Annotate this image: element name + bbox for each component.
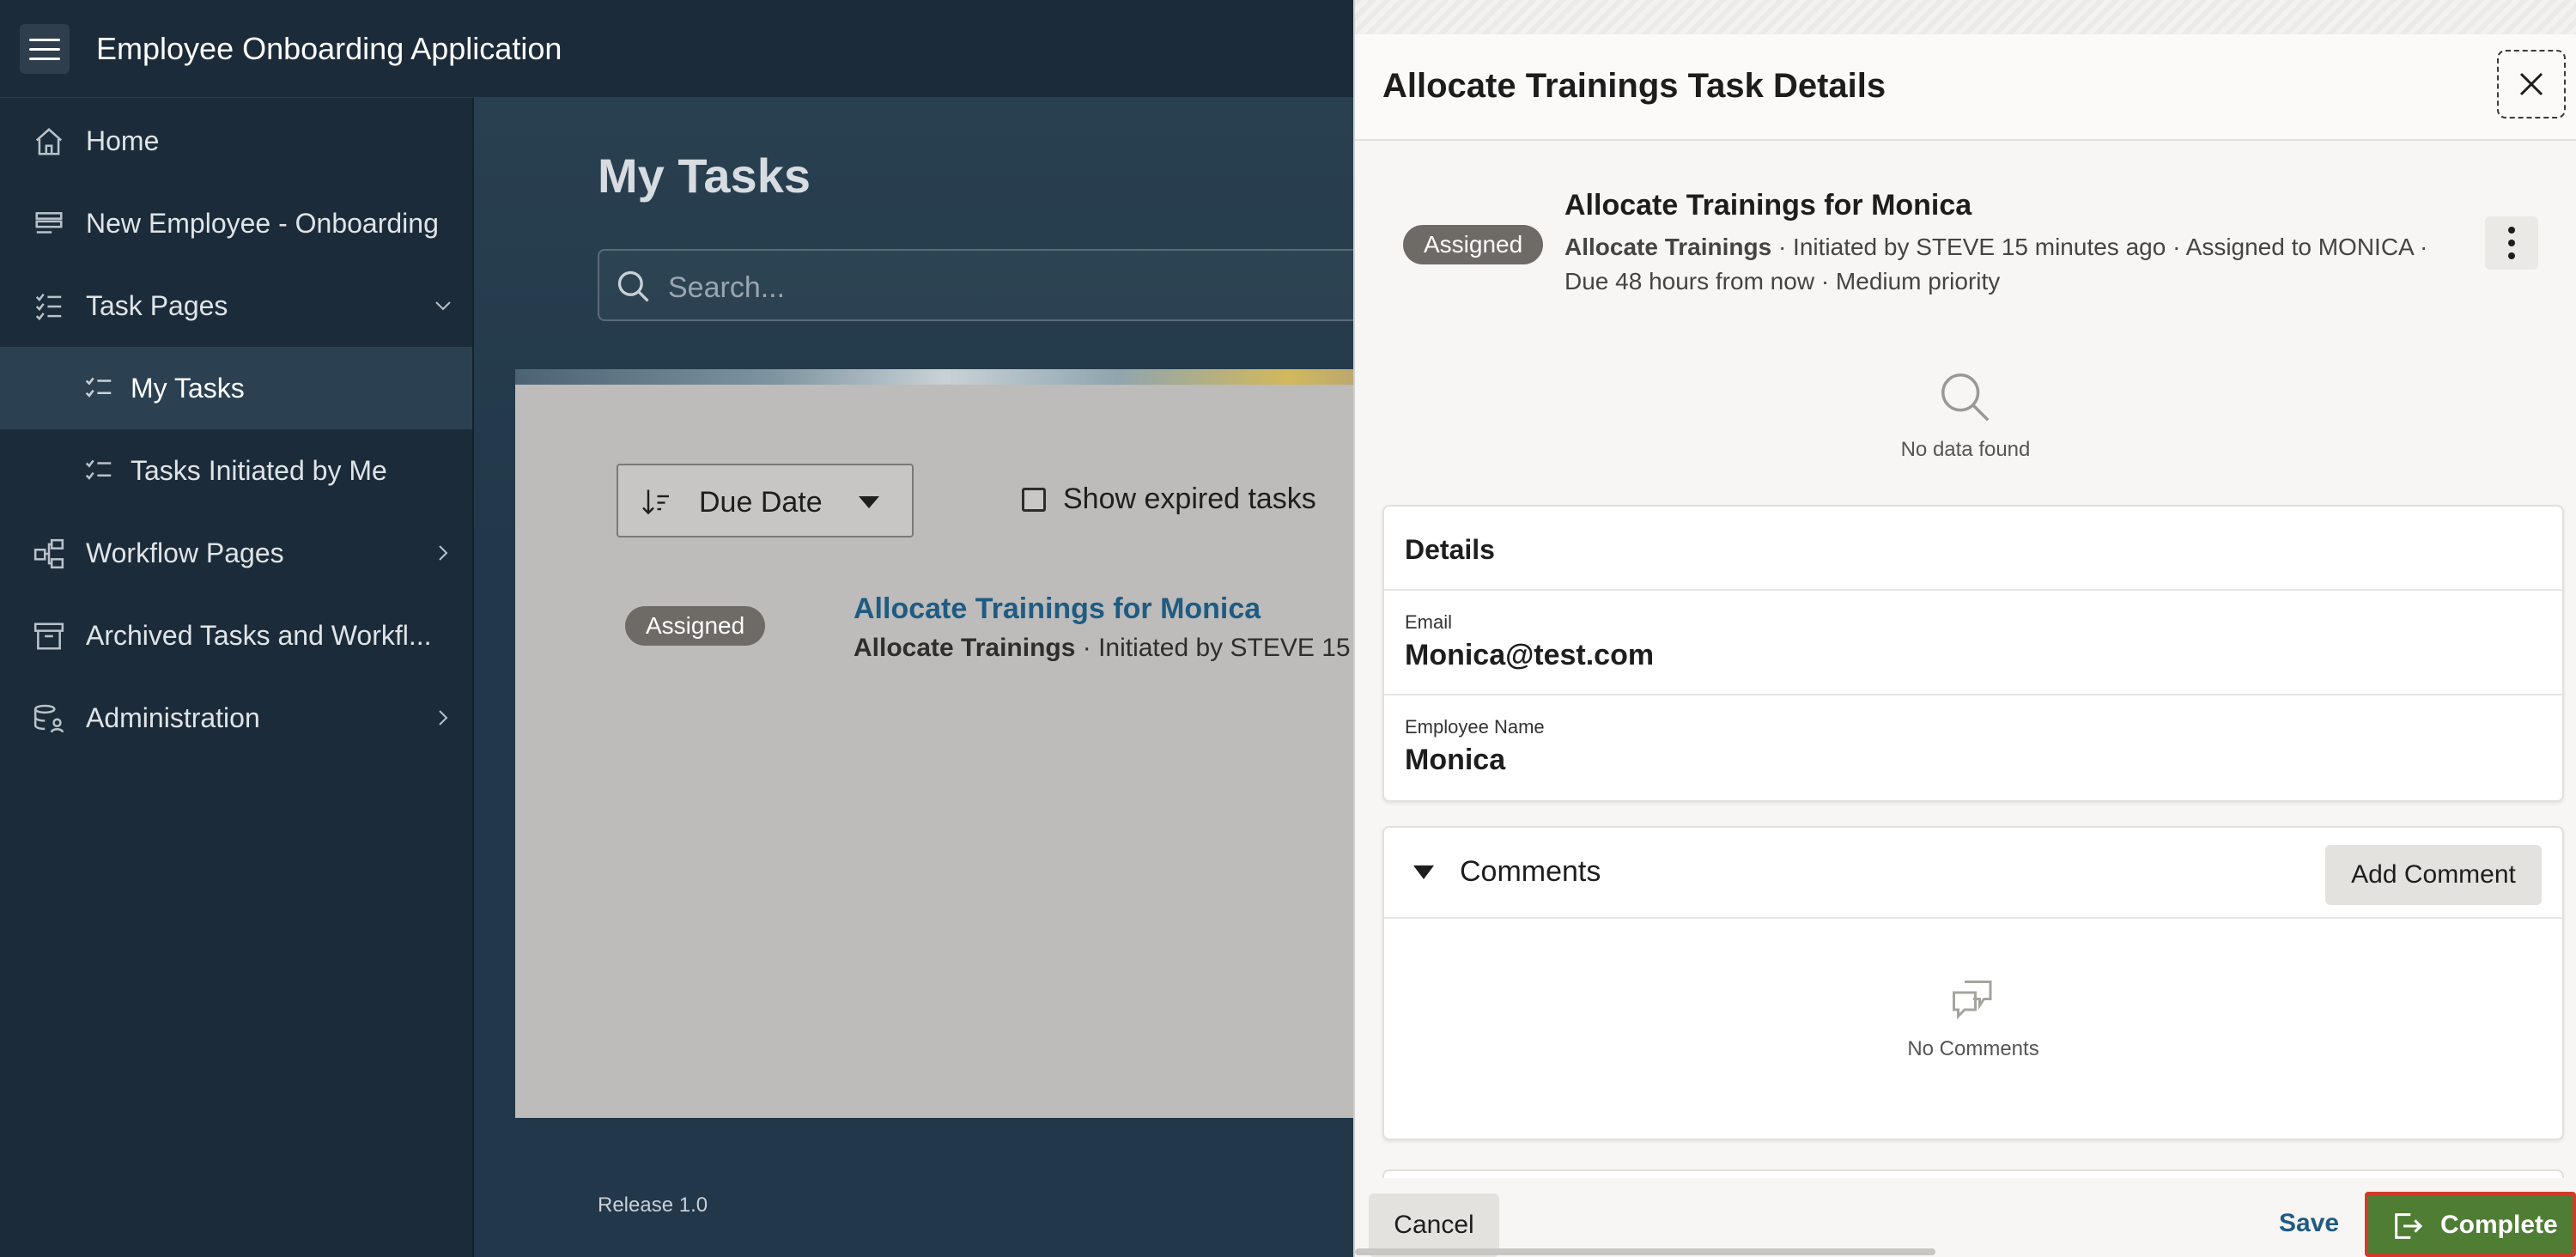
form-icon: [35, 212, 63, 234]
sort-label: Due Date: [699, 486, 823, 519]
complete-button[interactable]: Complete: [2365, 1192, 2576, 1257]
hamburger-menu-icon[interactable]: [20, 24, 70, 74]
search-icon: [1941, 373, 1990, 422]
complete-label: Complete: [2440, 1211, 2558, 1239]
chevron-right-icon[interactable]: [433, 707, 453, 728]
cancel-button[interactable]: Cancel: [1369, 1193, 1499, 1257]
status-badge: Assigned: [1403, 225, 1544, 264]
caret-down-icon: [859, 496, 879, 508]
database-user-icon: [33, 704, 64, 733]
show-expired-label[interactable]: Show expired tasks: [1063, 483, 1316, 516]
sort-dropdown[interactable]: Due Date: [617, 464, 914, 537]
divider: [1384, 589, 2562, 591]
app-title: Employee Onboarding Application: [96, 31, 562, 66]
no-data-text: No data found: [1900, 438, 2031, 461]
status-badge: Assigned: [625, 606, 766, 646]
no-comments-text: No Comments: [1907, 1037, 2039, 1060]
task-meta: Allocate Trainings · Initiated by STEVE …: [854, 634, 1374, 663]
search-placeholder: Search...: [668, 271, 786, 304]
card-banner: [515, 369, 1374, 385]
comments-panel: Comments Add Comment No Comments: [1382, 826, 2564, 1140]
page-title: My Tasks: [598, 149, 811, 203]
app-header: Employee Onboarding Application: [0, 0, 1353, 98]
no-comments-placeholder: No Comments: [1384, 975, 2562, 1061]
sidebar-item-workflow-pages[interactable]: Workflow Pages: [0, 512, 472, 594]
main-content: My Tasks Search... Due Date Show expired…: [474, 98, 1388, 1257]
close-icon: [2519, 72, 2543, 96]
comments-title[interactable]: Comments: [1460, 855, 1601, 889]
checklist-icon: [85, 377, 112, 398]
sidebar-item-label: Workflow Pages: [86, 537, 284, 568]
drawer-top-strip: [1355, 0, 2576, 34]
sidebar-item-label: My Tasks: [131, 372, 245, 404]
search-icon: [617, 270, 649, 302]
task-details-drawer: Allocate Trainings Task Details Assigned…: [1353, 0, 2576, 1257]
task-title: Allocate Trainings for Monica: [1564, 189, 1972, 222]
sidebar-item-label: Home: [86, 124, 160, 156]
no-data-placeholder: No data found: [1355, 367, 2576, 462]
release-label: Release 1.0: [598, 1193, 708, 1217]
task-meta-text: · Initiated by STEVE 15 minute: [1082, 634, 1374, 662]
chevron-down-icon[interactable]: [433, 295, 453, 316]
employee-name-label: Employee Name: [1405, 716, 1545, 738]
employee-name-value: Monica: [1405, 744, 1506, 776]
sidebar-item-tasks-initiated-by-me[interactable]: Tasks Initiated by Me: [0, 429, 472, 512]
horizontal-scrollbar[interactable]: [1355, 1248, 1935, 1255]
sidebar-item-label: Tasks Initiated by Me: [131, 454, 387, 486]
email-label: Email: [1405, 611, 1453, 633]
collapse-toggle-icon[interactable]: [1413, 865, 1434, 879]
checklist-icon: [35, 293, 62, 321]
close-button[interactable]: [2497, 50, 2566, 118]
save-button[interactable]: Save: [2279, 1209, 2339, 1238]
sidebar-nav: Home New Employee - Onboarding Task Page…: [0, 98, 472, 1257]
task-meta: Allocate Trainings · Initiated by STEVE …: [1564, 230, 2458, 299]
sidebar-item-task-pages[interactable]: Task Pages: [0, 264, 472, 347]
drawer-header: Allocate Trainings Task Details: [1355, 34, 2576, 141]
email-value: Monica@test.com: [1405, 639, 1655, 671]
show-expired-checkbox[interactable]: [1022, 488, 1046, 512]
sidebar-item-home[interactable]: Home: [0, 100, 472, 182]
details-panel: Details Email Monica@test.com Employee N…: [1382, 505, 2564, 802]
task-type: Allocate Trainings: [1564, 234, 1772, 260]
task-title-link[interactable]: Allocate Trainings for Monica: [854, 592, 1261, 626]
divider: [1384, 917, 2562, 919]
search-input[interactable]: Search...: [598, 249, 1388, 321]
sidebar-item-archived-tasks[interactable]: Archived Tasks and Workfl...: [0, 594, 472, 677]
add-comment-button[interactable]: Add Comment: [2325, 845, 2542, 905]
sidebar-item-label: Administration: [86, 701, 260, 733]
complete-exit-icon: [2395, 1213, 2423, 1239]
chevron-right-icon[interactable]: [433, 543, 453, 563]
task-list-card: Due Date Show expired tasks Assigned All…: [515, 369, 1374, 1118]
checklist-icon: [85, 459, 112, 480]
sidebar-item-administration[interactable]: Administration: [0, 677, 472, 759]
sidebar-item-label: Archived Tasks and Workfl...: [86, 619, 432, 651]
sidebar-item-my-tasks[interactable]: My Tasks: [0, 347, 472, 429]
details-title: Details: [1405, 534, 1495, 565]
sidebar-item-label: New Employee - Onboarding: [86, 207, 439, 239]
comments-icon: [1953, 981, 1992, 1020]
more-actions-icon[interactable]: [2485, 216, 2538, 270]
drawer-title: Allocate Trainings Task Details: [1382, 67, 1886, 105]
sidebar-item-new-employee-onboarding[interactable]: New Employee - Onboarding: [0, 182, 472, 264]
home-icon: [35, 128, 63, 155]
workflow-icon: [33, 538, 64, 569]
divider: [1384, 694, 2562, 695]
drawer-footer: Cancel Save Complete: [1355, 1178, 2576, 1257]
archive-icon: [33, 622, 64, 650]
sidebar-item-label: Task Pages: [86, 289, 228, 321]
task-type: Allocate Trainings: [854, 634, 1076, 662]
sort-descending-icon: [642, 489, 669, 515]
